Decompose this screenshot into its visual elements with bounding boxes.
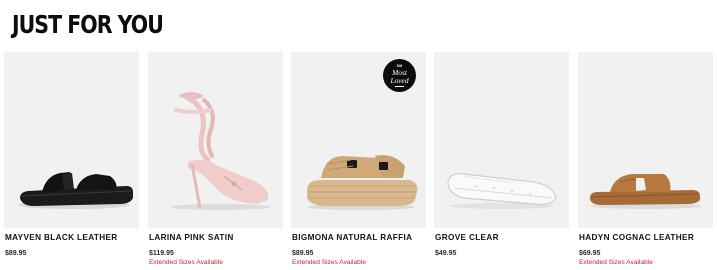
product-card-bigmona[interactable]: SM Most Loved BIGMONA NATURAL RAFFIA $89… [291, 52, 426, 270]
product-card-mayven[interactable]: MAYVEN BLACK LEATHER $89.95 [4, 52, 139, 270]
product-price: $89.95 [5, 250, 27, 257]
extended-sizes-label: Extended Sizes Available [292, 259, 366, 266]
product-name[interactable]: HADYN COGNAC LEATHER [579, 233, 694, 242]
black-slide-sandal-icon [18, 172, 133, 209]
most-loved-badge: SM Most Loved [383, 59, 416, 92]
product-card-larina[interactable]: LARINA PINK SATIN $119.95 Extended Sizes… [148, 52, 283, 270]
product-name[interactable]: BIGMONA NATURAL RAFFIA [292, 233, 412, 242]
product-price: $119.95 [149, 250, 174, 257]
product-price: $89.95 [292, 250, 314, 257]
product-name[interactable]: LARINA PINK SATIN [149, 233, 234, 242]
badge-label-loved: Loved [390, 75, 409, 85]
product-price: $69.95 [579, 250, 601, 257]
extended-sizes-label: Extended Sizes Available [579, 259, 653, 266]
clear-flat-icon [447, 173, 557, 209]
product-card-hadyn[interactable]: HADYN COGNAC LEATHER $69.95 Extended Siz… [578, 52, 713, 270]
product-image[interactable] [4, 52, 139, 228]
product-image[interactable] [148, 52, 283, 228]
product-image[interactable]: SM Most Loved [291, 52, 426, 228]
product-card-grove[interactable]: GROVE CLEAR $49.95 [434, 52, 569, 270]
page-title: JUST FOR YOU [12, 10, 164, 39]
product-image[interactable] [578, 52, 713, 228]
badge-underline [395, 86, 404, 87]
extended-sizes-label: Extended Sizes Available [149, 259, 223, 266]
product-name[interactable]: GROVE CLEAR [435, 233, 499, 242]
cognac-slide-sandal-icon [590, 174, 702, 209]
product-image[interactable] [434, 52, 569, 228]
product-name[interactable]: MAYVEN BLACK LEATHER [5, 233, 118, 242]
product-price: $49.95 [435, 250, 457, 257]
product-grid: MAYVEN BLACK LEATHER $89.95 LARINA PINK … [0, 52, 717, 270]
pink-lace-up-heel-icon [170, 92, 270, 210]
